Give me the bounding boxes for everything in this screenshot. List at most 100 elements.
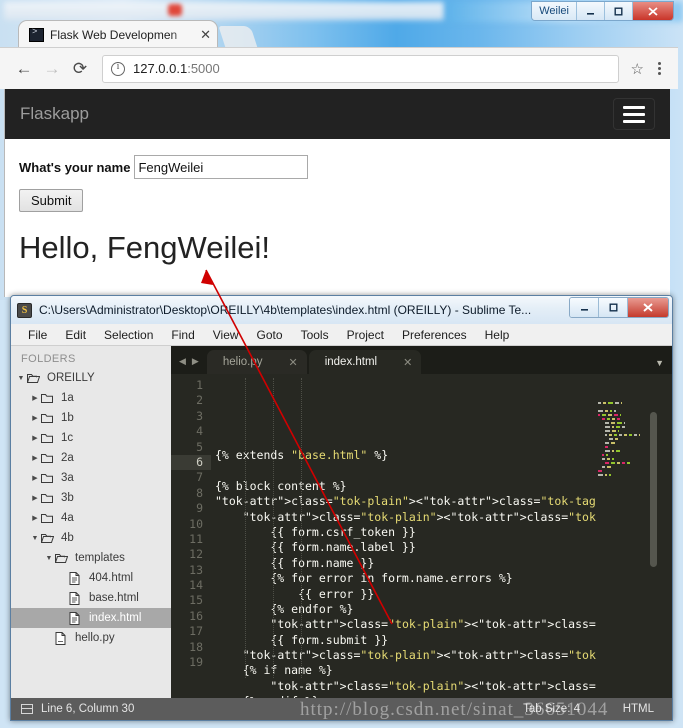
chevron-right-icon[interactable]: ▶ bbox=[29, 414, 41, 422]
line-number: 1 bbox=[171, 378, 211, 393]
page-form: What's your name Submit bbox=[5, 139, 670, 212]
tree-item-base-html[interactable]: base.html bbox=[11, 588, 171, 608]
minimap-line bbox=[596, 406, 658, 409]
tree-item-1b[interactable]: ▶ 1b bbox=[11, 408, 171, 428]
html-file-icon bbox=[69, 592, 85, 605]
minimap-line bbox=[596, 434, 658, 437]
close-icon[interactable]: ✕ bbox=[403, 356, 412, 369]
line-number: 15 bbox=[171, 593, 211, 608]
tree-item-2a[interactable]: ▶ 2a bbox=[11, 448, 171, 468]
chevron-down-icon[interactable]: ▼ bbox=[15, 375, 27, 382]
menu-item-selection[interactable]: Selection bbox=[95, 324, 162, 346]
tree-item-1c[interactable]: ▶ 1c bbox=[11, 428, 171, 448]
folder-icon bbox=[41, 413, 57, 424]
editor-vertical-scrollbar[interactable] bbox=[658, 402, 672, 698]
chrome-toolbar: ← → ⟳ 127.0.0.1:5000 ☆ bbox=[0, 47, 678, 89]
sublime-minimize-button[interactable] bbox=[570, 298, 599, 317]
line-number: 10 bbox=[171, 517, 211, 532]
url-port: :5000 bbox=[187, 61, 220, 76]
sublime-close-button[interactable] bbox=[628, 298, 668, 317]
folder-icon bbox=[41, 453, 57, 464]
code-minimap[interactable] bbox=[596, 402, 658, 698]
chevron-down-icon[interactable]: ▼ bbox=[43, 555, 55, 562]
menu-item-help[interactable]: Help bbox=[476, 324, 519, 346]
new-tab-button[interactable] bbox=[218, 26, 257, 48]
tab-size-label[interactable]: Tab Size: 4 bbox=[523, 703, 580, 715]
browser-tab[interactable]: Flask Web Developmen ✕ bbox=[18, 20, 218, 48]
tree-item-templates[interactable]: ▼ templates bbox=[11, 548, 171, 568]
tree-item-label: 2a bbox=[57, 452, 74, 464]
chrome-menu-icon[interactable] bbox=[650, 62, 668, 75]
tree-item-label: 1c bbox=[57, 432, 73, 444]
close-icon[interactable]: ✕ bbox=[288, 356, 297, 369]
tab-next-icon[interactable]: ▶ bbox=[192, 356, 199, 367]
reload-icon[interactable]: ⟳ bbox=[66, 55, 94, 83]
menu-item-find[interactable]: Find bbox=[162, 324, 203, 346]
name-field-label: What's your name bbox=[19, 160, 130, 175]
close-icon[interactable]: ✕ bbox=[196, 27, 211, 43]
minimap-line bbox=[596, 446, 658, 449]
line-number: 5 bbox=[171, 440, 211, 455]
menu-item-project[interactable]: Project bbox=[338, 324, 393, 346]
tree-item-404-html[interactable]: 404.html bbox=[11, 568, 171, 588]
html-file-icon bbox=[69, 572, 85, 585]
bookmark-star-icon[interactable]: ☆ bbox=[625, 60, 650, 78]
hamburger-icon[interactable] bbox=[613, 98, 655, 130]
tree-item-hello-py[interactable]: hello.py bbox=[11, 628, 171, 648]
terminal-icon bbox=[29, 28, 44, 42]
minimap-line bbox=[596, 430, 658, 433]
sublime-body: FOLDERS ▼ OREILLY ▶ 1a ▶ 1b ▶ 1c ▶ 2a ▶ 3a ▶ 3b ▶ 4a ▼ 4b… bbox=[11, 346, 672, 698]
menu-item-view[interactable]: View bbox=[204, 324, 248, 346]
editor-tab-hello-py[interactable]: helio.py ✕ bbox=[207, 350, 307, 374]
folder-icon bbox=[41, 393, 57, 404]
editor-tab-index-html[interactable]: index.html ✕ bbox=[309, 350, 422, 374]
browser-tab-title: Flask Web Developmen bbox=[50, 28, 196, 42]
name-form-row: What's your name bbox=[19, 155, 656, 179]
tree-item-index-html[interactable]: index.html bbox=[11, 608, 171, 628]
tab-nav-arrows[interactable]: ◀ ▶ bbox=[171, 356, 207, 374]
submit-button[interactable]: Submit bbox=[19, 189, 83, 212]
chevron-right-icon[interactable]: ▶ bbox=[29, 454, 41, 462]
back-icon[interactable]: ← bbox=[10, 55, 38, 83]
name-input[interactable] bbox=[134, 155, 308, 179]
tree-item-3a[interactable]: ▶ 3a bbox=[11, 468, 171, 488]
menu-item-preferences[interactable]: Preferences bbox=[393, 324, 476, 346]
sublime-titlebar: C:\Users\Administrator\Desktop\OREILLY\4… bbox=[11, 296, 672, 324]
page-info-icon[interactable] bbox=[111, 62, 125, 76]
minimap-line bbox=[596, 402, 658, 405]
tree-item-1a[interactable]: ▶ 1a bbox=[11, 388, 171, 408]
menu-item-tools[interactable]: Tools bbox=[292, 324, 338, 346]
chevron-right-icon[interactable]: ▶ bbox=[29, 514, 41, 522]
syntax-label[interactable]: HTML bbox=[623, 703, 654, 715]
line-number: 17 bbox=[171, 624, 211, 639]
url-host: 127.0.0.1 bbox=[133, 61, 187, 76]
forward-icon[interactable]: → bbox=[38, 55, 66, 83]
menu-item-edit[interactable]: Edit bbox=[56, 324, 95, 346]
folder-tree: ▼ OREILLY ▶ 1a ▶ 1b ▶ 1c ▶ 2a ▶ 3a ▶ 3b ▶ 4a ▼ 4b ▼ templat… bbox=[11, 368, 171, 648]
cursor-position-label[interactable]: Line 6, Column 30 bbox=[41, 703, 134, 715]
sublime-window-controls bbox=[569, 297, 669, 318]
menu-item-file[interactable]: File bbox=[19, 324, 56, 346]
chevron-down-icon[interactable]: ▼ bbox=[29, 535, 41, 542]
chevron-right-icon[interactable]: ▶ bbox=[29, 494, 41, 502]
chevron-right-icon[interactable]: ▶ bbox=[29, 434, 41, 442]
chevron-right-icon[interactable]: ▶ bbox=[29, 394, 41, 402]
menu-item-goto[interactable]: Goto bbox=[248, 324, 292, 346]
chevron-right-icon[interactable]: ▶ bbox=[29, 474, 41, 482]
line-number: 13 bbox=[171, 563, 211, 578]
tab-prev-icon[interactable]: ◀ bbox=[179, 356, 186, 367]
minimap-scrollbar[interactable] bbox=[650, 412, 657, 567]
navbar-brand[interactable]: Flaskapp bbox=[20, 104, 89, 124]
chevron-down-icon[interactable]: ▼ bbox=[655, 358, 664, 368]
tree-item-4b[interactable]: ▼ 4b bbox=[11, 528, 171, 548]
tree-item-label: 4a bbox=[57, 512, 74, 524]
tree-item-4a[interactable]: ▶ 4a bbox=[11, 508, 171, 528]
address-bar[interactable]: 127.0.0.1:5000 bbox=[102, 55, 619, 83]
sublime-maximize-button[interactable] bbox=[599, 298, 628, 317]
sublime-menubar: File Edit Selection Find View Goto Tools… bbox=[11, 324, 672, 346]
panel-toggle-icon[interactable] bbox=[21, 704, 33, 714]
line-number: 3 bbox=[171, 409, 211, 424]
tree-item-3b[interactable]: ▶ 3b bbox=[11, 488, 171, 508]
folder-icon bbox=[41, 473, 57, 484]
tree-item-oreilly[interactable]: ▼ OREILLY bbox=[11, 368, 171, 388]
